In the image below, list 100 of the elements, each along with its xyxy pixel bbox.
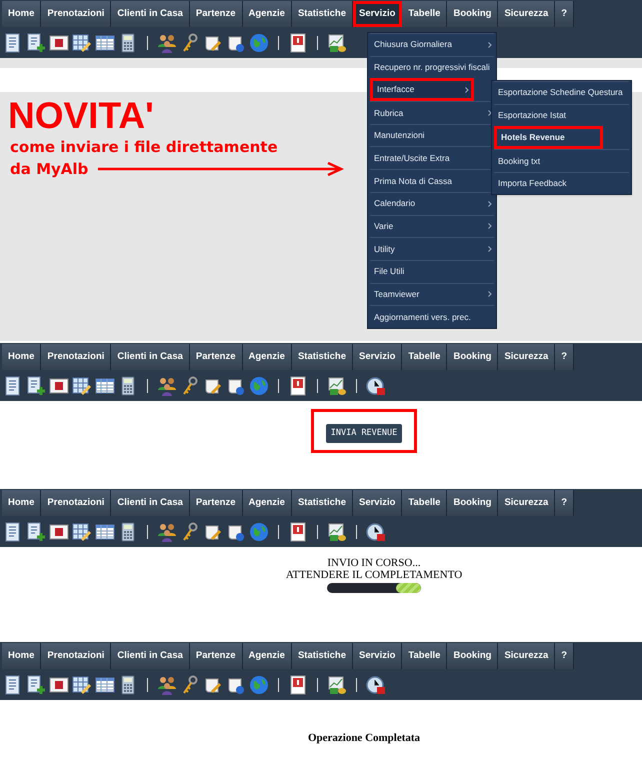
grid-pencil-icon[interactable] (72, 33, 92, 53)
menu-tab[interactable]: ? (555, 344, 574, 370)
money-chart-icon[interactable] (327, 376, 347, 396)
menu-tab[interactable]: Booking (447, 490, 498, 516)
menu-tab[interactable]: Home (2, 643, 42, 669)
menu-tab[interactable]: Statistiche (292, 1, 353, 27)
table-icon[interactable] (95, 675, 115, 695)
menu-tab[interactable]: ? (555, 1, 574, 27)
grid-pencil-icon[interactable] (72, 675, 92, 695)
grid-pencil-icon[interactable] (72, 522, 92, 542)
menu-tab[interactable]: Home (2, 344, 42, 370)
menu-tab[interactable]: Booking (447, 1, 498, 27)
calendar-icon[interactable] (288, 675, 308, 695)
menu-item[interactable]: Importa Feedback (494, 172, 629, 194)
status-text: INVIO IN CORSO... (327, 557, 421, 569)
calendar-icon[interactable] (288, 33, 308, 53)
money-chart-icon[interactable] (327, 33, 347, 53)
menu-tab[interactable]: Prenotazioni (41, 643, 112, 669)
toolbar-separator (317, 525, 318, 539)
money-chart-icon[interactable] (327, 522, 347, 542)
menu-tab[interactable]: Statistiche (292, 490, 353, 516)
menu-tab[interactable]: Servizio (352, 1, 402, 27)
menu-tab[interactable]: Statistiche (292, 643, 353, 669)
menu-tab[interactable]: Servizio (352, 344, 402, 370)
menu-tab[interactable]: Home (2, 1, 42, 27)
menu-tab[interactable]: Clienti in Casa (111, 643, 190, 669)
stop-icon[interactable] (49, 33, 69, 53)
menu-item[interactable]: Aggiornamenti vers. prec. (370, 305, 494, 328)
toolbar-separator (147, 36, 148, 50)
menu-item[interactable]: Esportazione Istat (494, 104, 629, 126)
table-icon[interactable] (95, 376, 115, 396)
money-chart-icon[interactable] (327, 675, 347, 695)
add-document-icon[interactable] (26, 33, 46, 53)
annotation-text: come inviare i file direttamente (10, 137, 278, 158)
calendar-icon[interactable] (288, 376, 308, 396)
grid-pencil-icon[interactable] (72, 376, 92, 396)
globe-icon[interactable] (249, 522, 269, 542)
globe-icon[interactable] (249, 675, 269, 695)
stop-icon[interactable] (49, 522, 69, 542)
menu-tab[interactable]: Tabelle (402, 490, 448, 516)
menu-tab[interactable]: Agenzie (242, 344, 292, 370)
menu-tab[interactable]: Booking (447, 643, 498, 669)
menu-tab[interactable]: Clienti in Casa (111, 1, 190, 27)
globe-icon[interactable] (249, 376, 269, 396)
table-icon[interactable] (95, 33, 115, 53)
toolbar-separator (278, 678, 279, 692)
menu-tab[interactable]: Prenotazioni (41, 490, 112, 516)
menu-tab[interactable]: Partenze (190, 490, 242, 516)
stop-icon[interactable] (49, 675, 69, 695)
menu-tab[interactable]: Partenze (190, 1, 242, 27)
people-icon[interactable] (157, 522, 177, 542)
menu-tab[interactable]: Servizio (352, 490, 402, 516)
menu-item[interactable]: Utility (370, 237, 494, 260)
menu-item[interactable]: Teamviewer (370, 282, 494, 306)
menu-tab[interactable]: ? (555, 490, 574, 516)
menu-tab[interactable]: ? (555, 643, 574, 669)
menu-tab[interactable]: Agenzie (242, 1, 292, 27)
menu-tab[interactable]: Clienti in Casa (111, 490, 190, 516)
add-document-icon[interactable] (26, 376, 46, 396)
menu-item[interactable]: Hotels Revenue (494, 126, 603, 150)
menu-tab[interactable]: Agenzie (242, 643, 292, 669)
toolbar-separator (278, 379, 279, 393)
send-button[interactable]: INVIA REVENUE (326, 424, 402, 443)
stop-icon[interactable] (49, 376, 69, 396)
menu-tab[interactable]: Booking (447, 344, 498, 370)
toolbar-separator (278, 525, 279, 539)
menu-tab[interactable]: Agenzie (242, 490, 292, 516)
menu-item[interactable]: Interfacce (370, 78, 474, 102)
people-icon[interactable] (157, 675, 177, 695)
menu-item[interactable]: Booking txt (494, 149, 629, 172)
menu-item[interactable]: Esportazione Schedine Questura (494, 81, 629, 104)
calendar-icon[interactable] (288, 522, 308, 542)
people-icon[interactable] (157, 376, 177, 396)
menu-tab[interactable]: Statistiche (292, 344, 353, 370)
globe-icon[interactable] (249, 33, 269, 53)
add-document-icon[interactable] (26, 522, 46, 542)
menu-tab[interactable]: Home (2, 490, 42, 516)
menu-item[interactable]: Varie (370, 214, 494, 238)
menu-tab[interactable]: Sicurezza (498, 643, 556, 669)
table-icon[interactable] (95, 522, 115, 542)
menu-item[interactable]: Chiusura Giornaliera (370, 33, 494, 56)
menu-tab[interactable]: Servizio (352, 643, 402, 669)
alarm-clock-icon[interactable] (366, 376, 386, 396)
add-document-icon[interactable] (26, 675, 46, 695)
menu-tab[interactable]: Clienti in Casa (111, 344, 190, 370)
menu-tab[interactable]: Partenze (190, 344, 242, 370)
menu-tab[interactable]: Prenotazioni (41, 1, 112, 27)
menu-tab[interactable]: Tabelle (402, 643, 448, 669)
alarm-clock-icon[interactable] (366, 522, 386, 542)
people-icon[interactable] (157, 33, 177, 53)
menu-tab[interactable]: Tabelle (402, 1, 448, 27)
menu-tab[interactable]: Partenze (190, 643, 242, 669)
menu-tab[interactable]: Sicurezza (498, 490, 556, 516)
annotation-title: NOVITA' (8, 96, 154, 136)
menu-tab[interactable]: Prenotazioni (41, 344, 112, 370)
menu-tab[interactable]: Sicurezza (498, 344, 556, 370)
menu-item[interactable]: File Utili (370, 260, 494, 283)
menu-tab[interactable]: Sicurezza (498, 1, 556, 27)
menu-tab[interactable]: Tabelle (402, 344, 448, 370)
alarm-clock-icon[interactable] (366, 675, 386, 695)
